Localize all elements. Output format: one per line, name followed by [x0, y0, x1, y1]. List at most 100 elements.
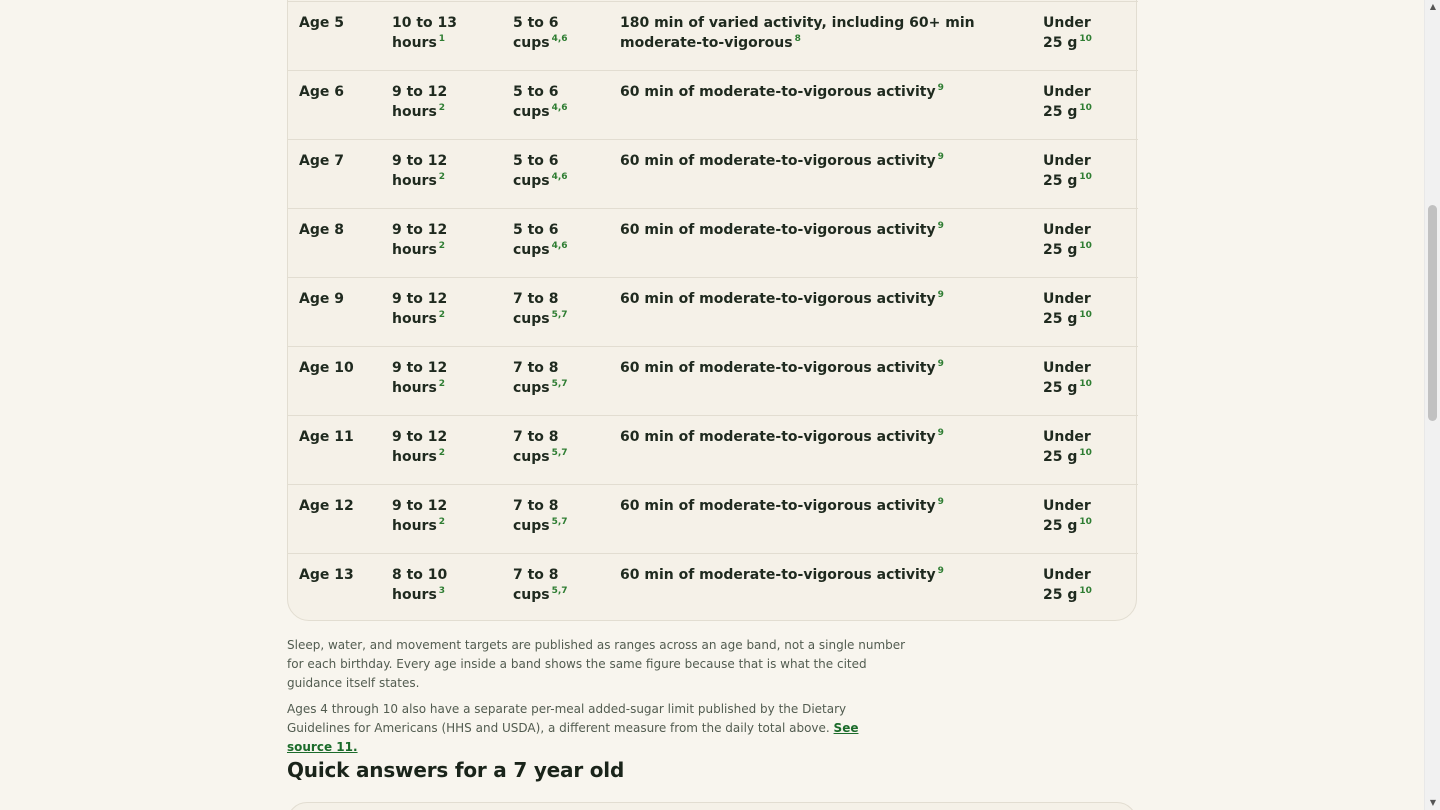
sleep-reference[interactable]: 2 [439, 379, 445, 389]
water-reference[interactable]: 4,6 [552, 172, 568, 182]
sugar-reference[interactable]: 10 [1079, 379, 1092, 389]
water-cell: 5 to 6 cups 4,6 [513, 151, 583, 191]
sugar-reference[interactable]: 10 [1079, 517, 1092, 527]
water-value: 5 to 6 cups [513, 153, 559, 189]
sugar-note: Ages 4 through 10 also have a separate p… [287, 700, 907, 757]
movement-reference[interactable]: 9 [938, 497, 944, 507]
water-reference[interactable]: 5,7 [552, 448, 568, 458]
water-reference[interactable]: 4,6 [552, 34, 568, 44]
sleep-reference[interactable]: 3 [439, 586, 445, 596]
sleep-reference[interactable]: 2 [439, 448, 445, 458]
sleep-value: 9 to 12 hours [392, 153, 448, 189]
sugar-reference[interactable]: 10 [1079, 448, 1092, 458]
scroll-down-icon[interactable]: ▼ [1425, 796, 1440, 810]
sugar-cell: Under 25 g 10 [1043, 427, 1113, 467]
movement-cell: 60 min of moderate-to-vigorous activity 9 [620, 220, 1020, 240]
sugar-reference[interactable]: 10 [1079, 103, 1092, 113]
sleep-value: 10 to 13 hours [392, 15, 458, 51]
movement-cell: 60 min of moderate-to-vigorous activity 9 [620, 289, 1020, 309]
table-row: Age 8 9 to 12 hours 2 5 to 6 cups 4,6 60 m… [288, 208, 1138, 277]
sleep-reference[interactable]: 2 [439, 172, 445, 182]
scrollbar-thumb[interactable] [1428, 205, 1437, 421]
sleep-reference[interactable]: 1 [439, 34, 445, 44]
movement-reference[interactable]: 9 [938, 83, 944, 93]
sugar-cell: Under 25 g 10 [1043, 496, 1113, 536]
scroll-up-icon[interactable]: ▲ [1425, 0, 1440, 14]
sleep-cell: 9 to 12 hours 2 [392, 358, 502, 398]
sleep-reference[interactable]: 2 [439, 310, 445, 320]
sugar-value: Under 25 g [1043, 360, 1091, 396]
movement-cell: 60 min of moderate-to-vigorous activity 9 [620, 358, 1020, 378]
age-cell: Age 11 [299, 429, 354, 445]
movement-value: 60 min of moderate-to-vigorous activity [620, 429, 936, 445]
movement-value: 60 min of moderate-to-vigorous activity [620, 84, 936, 100]
sugar-reference[interactable]: 10 [1079, 586, 1092, 596]
table-row: Age 11 9 to 12 hours 2 7 to 8 cups 5,7 60 … [288, 415, 1138, 484]
sleep-reference[interactable]: 2 [439, 517, 445, 527]
water-cell: 7 to 8 cups 5,7 [513, 358, 583, 398]
table-notes: Sleep, water, and movement targets are p… [287, 636, 907, 764]
sugar-cell: Under 25 g 10 [1043, 220, 1113, 260]
age-cell: Age 13 [299, 567, 354, 583]
sugar-reference[interactable]: 10 [1079, 241, 1092, 251]
water-value: 5 to 6 cups [513, 15, 559, 51]
age-cell: Age 7 [299, 153, 344, 169]
sugar-cell: Under 25 g 10 [1043, 358, 1113, 398]
water-reference[interactable]: 5,7 [552, 379, 568, 389]
quick-answers-heading: Quick answers for a 7 year old [287, 758, 625, 782]
age-cell: Age 8 [299, 222, 344, 238]
movement-value: 60 min of moderate-to-vigorous activity [620, 498, 936, 514]
sugar-cell: Under 25 g 10 [1043, 82, 1113, 122]
water-reference[interactable]: 4,6 [552, 241, 568, 251]
sleep-cell: 9 to 12 hours 2 [392, 151, 502, 191]
water-reference[interactable]: 5,7 [552, 310, 568, 320]
movement-cell: 60 min of moderate-to-vigorous activity 9 [620, 427, 1020, 447]
sleep-cell: 9 to 12 hours 2 [392, 82, 502, 122]
sleep-value: 9 to 12 hours [392, 429, 448, 465]
sleep-value: 9 to 12 hours [392, 291, 448, 327]
water-reference[interactable]: 5,7 [552, 517, 568, 527]
sugar-value: Under 25 g [1043, 153, 1091, 189]
water-cell: 7 to 8 cups 5,7 [513, 427, 583, 467]
sugar-value: Under 25 g [1043, 429, 1091, 465]
movement-reference[interactable]: 9 [938, 152, 944, 162]
movement-reference[interactable]: 9 [938, 359, 944, 369]
sleep-reference[interactable]: 2 [439, 241, 445, 251]
water-reference[interactable]: 5,7 [552, 586, 568, 596]
sleep-value: 9 to 12 hours [392, 498, 448, 534]
sugar-reference[interactable]: 10 [1079, 34, 1092, 44]
movement-reference[interactable]: 9 [938, 428, 944, 438]
sugar-reference[interactable]: 10 [1079, 310, 1092, 320]
water-reference[interactable]: 4,6 [552, 103, 568, 113]
table-row: Age 10 9 to 12 hours 2 7 to 8 cups 5,7 60 … [288, 346, 1138, 415]
movement-cell: 180 min of varied activity, including 60… [620, 13, 1020, 53]
age-cell: Age 5 [299, 15, 344, 31]
movement-reference[interactable]: 9 [938, 221, 944, 231]
movement-reference[interactable]: 8 [795, 34, 801, 44]
water-value: 7 to 8 cups [513, 291, 559, 327]
water-cell: 5 to 6 cups 4,6 [513, 220, 583, 260]
water-value: 7 to 8 cups [513, 429, 559, 465]
sugar-reference[interactable]: 10 [1079, 172, 1092, 182]
age-cell: Age 9 [299, 291, 344, 307]
movement-cell: 60 min of moderate-to-vigorous activity 9 [620, 82, 1020, 102]
water-cell: 7 to 8 cups 5,7 [513, 496, 583, 536]
movement-cell: 60 min of moderate-to-vigorous activity 9 [620, 565, 1020, 585]
movement-cell: 60 min of moderate-to-vigorous activity 9 [620, 496, 1020, 516]
quick-answers-card [287, 802, 1137, 810]
page: Age 5 10 to 13 hours 1 5 to 6 cups 4,6 180… [0, 0, 1424, 810]
sleep-cell: 9 to 12 hours 2 [392, 289, 502, 329]
sleep-cell: 8 to 10 hours 3 [392, 565, 502, 605]
water-cell: 5 to 6 cups 4,6 [513, 82, 583, 122]
vertical-scrollbar[interactable]: ▲ ▼ [1424, 0, 1440, 810]
band-note: Sleep, water, and movement targets are p… [287, 638, 906, 690]
water-value: 5 to 6 cups [513, 222, 559, 258]
sugar-cell: Under 25 g 10 [1043, 565, 1113, 605]
movement-reference[interactable]: 9 [938, 290, 944, 300]
sleep-reference[interactable]: 2 [439, 103, 445, 113]
sugar-cell: Under 25 g 10 [1043, 13, 1113, 53]
age-cell: Age 10 [299, 360, 354, 376]
sleep-cell: 9 to 12 hours 2 [392, 496, 502, 536]
table-row: Age 12 9 to 12 hours 2 7 to 8 cups 5,7 60 … [288, 484, 1138, 553]
movement-reference[interactable]: 9 [938, 566, 944, 576]
